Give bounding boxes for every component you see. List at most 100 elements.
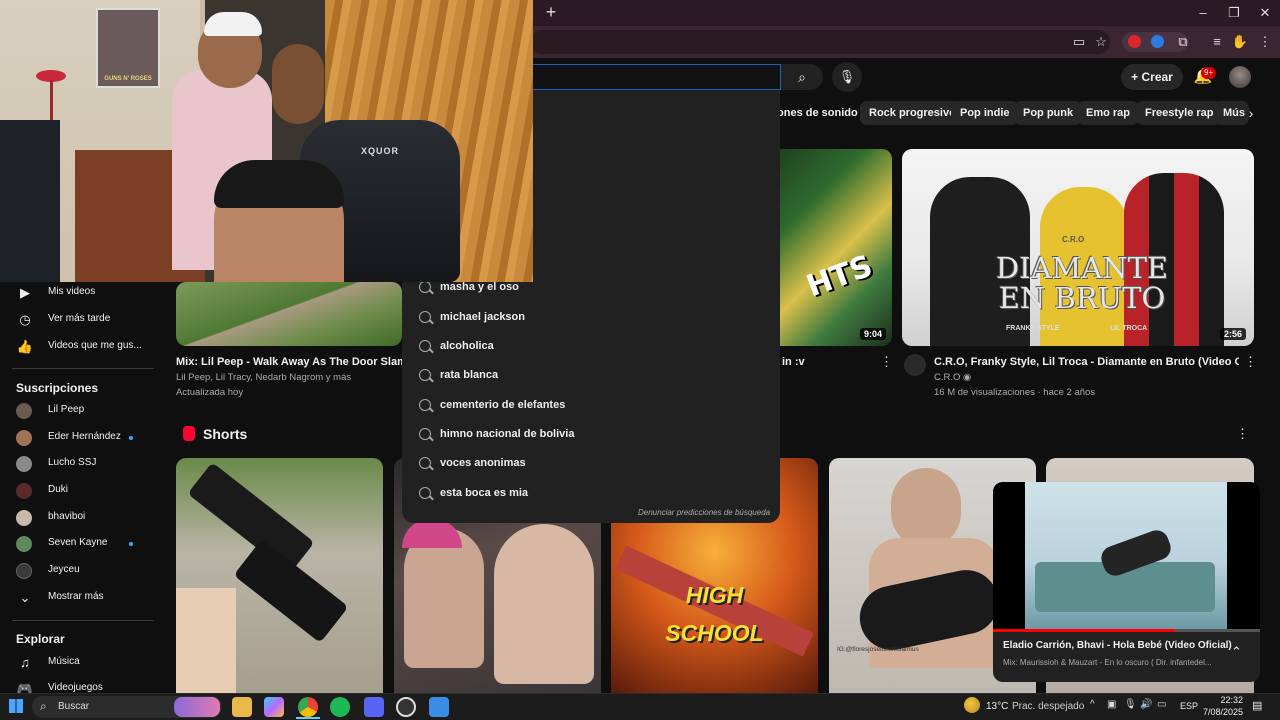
- search-button[interactable]: ⌕: [781, 64, 823, 90]
- more-options-icon[interactable]: ⋮: [1236, 426, 1249, 442]
- progress-bar[interactable]: [993, 629, 1260, 632]
- suggestion-text: voces anonimas: [440, 457, 526, 469]
- search-input[interactable]: [530, 64, 781, 90]
- explore-heading: Explorar: [16, 632, 65, 646]
- sidebar-item-watch-later[interactable]: ◷ Ver más tarde: [0, 307, 170, 333]
- microphone-icon[interactable]: 🎙: [1124, 699, 1137, 710]
- suggestion-item[interactable]: himno nacional de bolivia: [402, 421, 780, 450]
- windows-start-icon[interactable]: [9, 699, 23, 713]
- search-icon: [419, 399, 431, 411]
- mini-player-video[interactable]: [993, 482, 1260, 631]
- sidebar-item-bhaviboi[interactable]: bhaviboi: [0, 505, 170, 531]
- chevron-right-icon[interactable]: ›: [1243, 104, 1259, 122]
- sidebar-item-lil-peep[interactable]: Lil Peep: [0, 398, 170, 424]
- maximize-button[interactable]: ❐: [1217, 2, 1251, 24]
- expand-chevron-icon[interactable]: ⌃: [1231, 644, 1242, 660]
- profile-icon[interactable]: ✋: [1229, 32, 1251, 52]
- sidebar-item-label: Videojuegos: [48, 682, 103, 693]
- chip-sound[interactable]: iones de sonido: [768, 101, 867, 125]
- copilot-icon[interactable]: [264, 697, 284, 717]
- new-tab-button[interactable]: +: [540, 2, 562, 24]
- channel-avatar[interactable]: [904, 354, 926, 376]
- taskbar-search[interactable]: ⌕ Buscar: [32, 696, 222, 718]
- chrome-icon[interactable]: [298, 697, 318, 717]
- speaker-icon[interactable]: 🔊: [1140, 699, 1152, 710]
- spotify-icon[interactable]: [330, 697, 350, 717]
- chip-pop-punk[interactable]: Pop punk: [1014, 101, 1083, 125]
- tray-chevron-icon[interactable]: ^: [1090, 699, 1095, 710]
- weather-text[interactable]: Prac. despejado: [1012, 701, 1084, 712]
- sidebar-item-eder-hernandez[interactable]: Eder Hernández: [0, 425, 170, 451]
- puzzle-icon[interactable]: ⧉: [1172, 32, 1194, 52]
- cast-icon[interactable]: ▭: [1068, 32, 1090, 52]
- discord-icon[interactable]: [364, 697, 384, 717]
- weather-icon[interactable]: [964, 697, 980, 713]
- video-thumbnail[interactable]: HTS 9:04: [768, 149, 892, 346]
- video-title[interactable]: C.R.O, Franky Style, Lil Troca - Diamant…: [934, 356, 1239, 368]
- thumbnail-text: SCHOOL: [665, 620, 764, 646]
- file-explorer-icon[interactable]: [232, 697, 252, 717]
- sidebar-item-duki[interactable]: Duki: [0, 478, 170, 504]
- chip-freestyle-rap[interactable]: Freestyle rap: [1136, 101, 1223, 125]
- sidebar-show-more[interactable]: ⌄ Mostrar más: [0, 585, 170, 611]
- sidebar-item-liked-videos[interactable]: 👍 Videos que me gus...: [0, 334, 170, 360]
- extension-icon[interactable]: [1128, 35, 1141, 48]
- suggestion-item[interactable]: michael jackson: [402, 304, 780, 333]
- app-icon[interactable]: [429, 697, 449, 717]
- suggestion-item[interactable]: rata blanca: [402, 362, 780, 391]
- omnibox[interactable]: [530, 30, 1110, 54]
- account-avatar[interactable]: [1229, 66, 1251, 88]
- video-title[interactable]: in :v: [782, 356, 805, 368]
- suggestion-item[interactable]: cementerio de elefantes: [402, 392, 780, 421]
- menu-icon[interactable]: ⋮: [1254, 32, 1276, 52]
- sidebar-item-lucho-ssj[interactable]: Lucho SSJ: [0, 451, 170, 477]
- temperature[interactable]: 13°C: [986, 701, 1008, 712]
- video-thumbnail[interactable]: C.R.O DIAMANTE EN BRUTO FRANKY STYLE LIL…: [902, 149, 1254, 346]
- sidebar-item-my-videos[interactable]: ▶ Mis videos: [0, 280, 170, 306]
- clock-time[interactable]: 22:32: [1203, 695, 1243, 705]
- sidebar-item-label: Mostrar más: [48, 591, 104, 602]
- clock-date[interactable]: 7/08/2025: [1197, 707, 1243, 717]
- video-stats: 16 M de visualizaciones · hace 2 años: [934, 387, 1096, 398]
- short-thumbnail[interactable]: [176, 458, 383, 693]
- video-channel[interactable]: C.R.O ◉: [934, 372, 971, 383]
- create-button[interactable]: + Crear: [1121, 64, 1183, 90]
- media-icon[interactable]: ≡: [1206, 32, 1228, 52]
- bookmark-star-icon[interactable]: ☆: [1090, 32, 1112, 52]
- chip-rock-progresivo[interactable]: Rock progresivo: [860, 101, 965, 125]
- close-window-button[interactable]: ✕: [1248, 2, 1280, 24]
- obs-icon[interactable]: [396, 697, 416, 717]
- video-thumbnail[interactable]: [176, 282, 402, 346]
- report-predictions-link[interactable]: Denunciar predicciones de búsqueda: [638, 508, 770, 517]
- sidebar-item-label: Ver más tarde: [48, 313, 111, 324]
- channel-avatar: [16, 536, 32, 552]
- video-title[interactable]: Mix: Lil Peep - Walk Away As The Door Sl…: [176, 356, 402, 368]
- more-options-icon[interactable]: ⋮: [1244, 354, 1257, 370]
- chip-pop-indie[interactable]: Pop indie: [951, 101, 1019, 125]
- voice-search-button[interactable]: 🎙: [832, 62, 862, 92]
- chip-emo-rap[interactable]: Emo rap: [1077, 101, 1140, 125]
- minimize-button[interactable]: –: [1186, 2, 1220, 24]
- input-language[interactable]: ESP: [1180, 701, 1198, 711]
- network-icon[interactable]: ▭: [1157, 699, 1166, 710]
- play-square-icon: ▶: [20, 285, 30, 300]
- suggestion-item[interactable]: esta boca es mia: [402, 480, 780, 509]
- extension-icon[interactable]: [1151, 35, 1164, 48]
- sidebar-item-jeyceu[interactable]: Jeyceu: [0, 558, 170, 584]
- sidebar-item-music[interactable]: ♫ Música: [0, 650, 170, 676]
- sidebar-item-label: Duki: [48, 484, 69, 495]
- notification-center-icon[interactable]: ▤: [1252, 699, 1262, 712]
- thumbnail-person: [404, 528, 484, 668]
- mini-player[interactable]: Eladio Carrión, Bhavi - Hola Bebé (Video…: [993, 482, 1260, 682]
- suggestion-item[interactable]: alcoholica: [402, 333, 780, 362]
- suggestion-item[interactable]: voces anonimas: [402, 450, 780, 479]
- tray-icon[interactable]: ▣: [1107, 699, 1116, 710]
- suggestion-text: himno nacional de bolivia: [440, 428, 575, 440]
- video-channels[interactable]: Lil Peep, Lil Tracy, Nedarb Nagrom y más: [176, 372, 351, 383]
- suggestion-text: rata blanca: [440, 369, 499, 381]
- channel-avatar: [16, 483, 32, 499]
- suggestion-text: alcoholica: [440, 340, 494, 352]
- webcam-object: [0, 120, 60, 282]
- more-options-icon[interactable]: ⋮: [880, 354, 893, 370]
- sidebar-item-seven-kayne[interactable]: Seven Kayne: [0, 531, 170, 557]
